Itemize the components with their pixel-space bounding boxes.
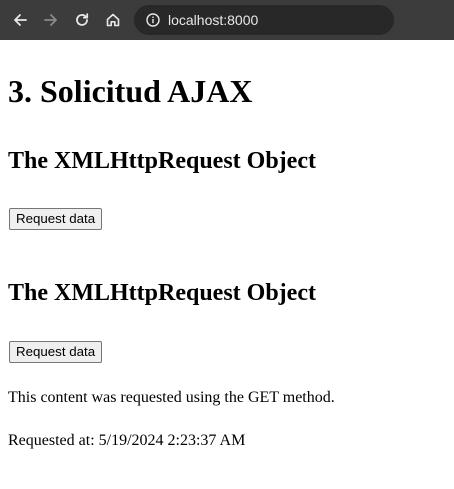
response-message: This content was requested using the GET… (8, 389, 335, 406)
home-button[interactable] (102, 9, 124, 31)
request-data-button[interactable]: Request data (9, 208, 103, 230)
reload-button[interactable] (71, 9, 93, 31)
forward-button[interactable] (40, 9, 62, 31)
section-heading: The XMLHttpRequest Object (8, 148, 316, 174)
url-text[interactable]: localhost:8000 (168, 12, 258, 28)
reload-icon (76, 13, 89, 26)
address-bar[interactable]: localhost:8000 (134, 5, 394, 35)
back-button[interactable] (9, 9, 31, 31)
response-timestamp: Requested at: 5/19/2024 2:23:37 AM (8, 432, 246, 449)
home-icon (106, 13, 120, 27)
back-arrow-icon (14, 14, 27, 26)
request-data-button[interactable]: Request data (9, 341, 103, 363)
section-heading: The XMLHttpRequest Object (8, 280, 316, 306)
forward-arrow-icon (44, 14, 57, 26)
browser-toolbar: localhost:8000 (0, 0, 454, 40)
page-title: 3. Solicitud AJAX (8, 73, 253, 109)
info-icon[interactable] (146, 13, 160, 27)
